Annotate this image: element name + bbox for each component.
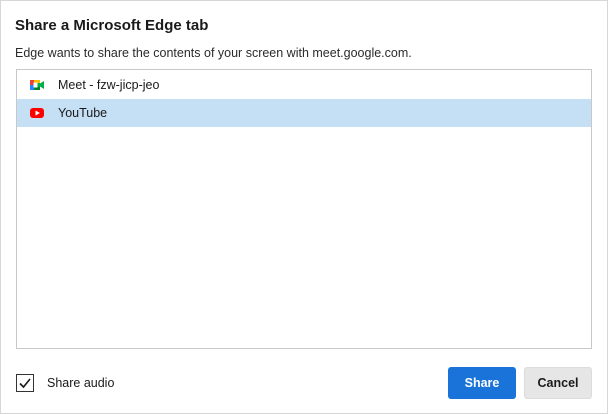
tab-label: Meet - fzw-jicp-jeo	[58, 78, 160, 92]
youtube-icon	[30, 108, 44, 118]
share-audio-row[interactable]: Share audio	[16, 373, 114, 393]
share-button[interactable]: Share	[448, 367, 516, 399]
tab-label: YouTube	[58, 106, 108, 120]
dialog-title: Share a Microsoft Edge tab	[15, 17, 209, 34]
tab-item-meet[interactable]: Meet - fzw-jicp-jeo	[17, 71, 591, 99]
dialog-subtitle: Edge wants to share the contents of your…	[15, 46, 412, 60]
checkmark-icon	[19, 378, 31, 389]
tab-list[interactable]: Meet - fzw-jicp-jeo YouTube	[16, 69, 592, 349]
share-audio-checkbox[interactable]	[16, 374, 34, 392]
share-audio-label: Share audio	[47, 376, 115, 390]
google-meet-icon	[30, 80, 44, 90]
tab-item-youtube[interactable]: YouTube	[17, 99, 591, 127]
cancel-button[interactable]: Cancel	[524, 367, 592, 399]
share-tab-dialog: Share a Microsoft Edge tab Edge wants to…	[0, 0, 608, 414]
